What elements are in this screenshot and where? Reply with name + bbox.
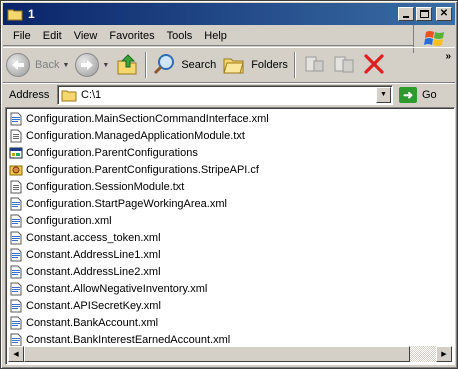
go-label: Go <box>422 88 437 101</box>
file-name: Configuration.ManagedApplicationModule.t… <box>26 129 245 142</box>
minimize-icon <box>403 16 409 18</box>
toolbar-separator <box>293 52 296 78</box>
xml-file-icon <box>9 282 23 296</box>
file-row[interactable]: Configuration.ParentConfigurations <box>8 144 452 161</box>
xml-file-icon <box>9 248 23 262</box>
text-file-icon <box>9 180 23 194</box>
cf-file-icon <box>9 163 23 177</box>
file-name: Constant.AddressLine1.xml <box>26 248 161 261</box>
xml-file-icon <box>9 333 23 347</box>
xml-file-icon <box>9 265 23 279</box>
file-name: Configuration.ParentConfigurations <box>26 146 198 159</box>
file-name: Constant.APISecretKey.xml <box>26 299 161 312</box>
menu-view[interactable]: View <box>68 27 104 45</box>
close-icon: ✕ <box>439 8 449 19</box>
file-name: Constant.AddressLine2.xml <box>26 265 161 278</box>
file-row[interactable]: Constant.access_token.xml <box>8 229 452 246</box>
back-button[interactable]: Back ▼ <box>3 50 72 80</box>
address-input[interactable]: C:\1 ▼ <box>57 84 393 105</box>
horizontal-scrollbar[interactable]: ◀ ▶ <box>8 346 452 362</box>
xml-file-icon <box>9 112 23 126</box>
file-row[interactable]: Configuration.StartPageWorkingArea.xml <box>8 195 452 212</box>
minimize-button[interactable] <box>398 7 414 21</box>
file-row[interactable]: Constant.APISecretKey.xml <box>8 297 452 314</box>
up-folder-button[interactable] <box>112 50 142 80</box>
back-label: Back <box>35 59 60 71</box>
search-label: Search <box>181 59 217 71</box>
search-button[interactable]: Search <box>150 50 219 80</box>
file-row[interactable]: Constant.BankAccount.xml <box>8 314 452 331</box>
explorer-window: 1 ✕ File Edit View Favorites Tools Help … <box>0 0 458 369</box>
toolbar-separator <box>145 52 148 78</box>
go-button[interactable]: ➜ Go <box>399 86 437 103</box>
go-arrow-icon: ➜ <box>399 86 417 103</box>
menu-tools[interactable]: Tools <box>161 27 199 45</box>
move-to-icon <box>302 53 326 78</box>
address-label: Address <box>9 88 50 101</box>
folders-label: Folders <box>251 59 288 71</box>
delete-icon <box>362 53 386 78</box>
address-dropdown-arrow-icon[interactable]: ▼ <box>376 86 391 103</box>
text-file-icon <box>9 129 23 143</box>
maximize-button[interactable] <box>416 7 432 21</box>
file-name: Configuration.ParentConfigurations.Strip… <box>26 163 259 176</box>
xml-file-icon <box>9 316 23 330</box>
title-bar[interactable]: 1 ✕ <box>3 3 455 25</box>
scroll-left-arrow-icon[interactable]: ◀ <box>8 346 24 362</box>
forward-dropdown-arrow-icon[interactable]: ▼ <box>102 62 109 69</box>
close-button[interactable]: ✕ <box>436 7 452 21</box>
file-row[interactable]: Configuration.SessionModule.txt <box>8 178 452 195</box>
folder-icon <box>61 88 77 102</box>
file-name: Configuration.xml <box>26 214 112 227</box>
forward-button[interactable]: ▼ <box>72 50 112 80</box>
back-dropdown-arrow-icon[interactable]: ▼ <box>62 62 69 69</box>
back-arrow-icon <box>6 53 30 77</box>
standard-toolbar: Back ▼ ▼ Search Folders <box>3 47 455 83</box>
file-name: Constant.AllowNegativeInventory.xml <box>26 282 208 295</box>
address-bar: Address C:\1 ▼ ➜ Go <box>3 83 455 105</box>
scroll-track[interactable] <box>24 346 436 362</box>
maximize-icon <box>419 10 429 18</box>
menu-file[interactable]: File <box>3 27 37 45</box>
file-row[interactable]: Configuration.xml <box>8 212 452 229</box>
file-list[interactable]: Configuration.MainSectionCommandInterfac… <box>5 107 455 365</box>
menu-help[interactable]: Help <box>198 27 233 45</box>
forward-arrow-icon <box>75 53 100 77</box>
file-name: Constant.access_token.xml <box>26 231 161 244</box>
toolbar-overflow-chevron-icon[interactable]: » <box>445 51 451 62</box>
file-row[interactable]: Constant.AddressLine2.xml <box>8 263 452 280</box>
file-name: Configuration.MainSectionCommandInterfac… <box>26 112 269 125</box>
file-name: Configuration.SessionModule.txt <box>26 180 185 193</box>
delete-button[interactable] <box>359 50 389 80</box>
file-row[interactable]: Configuration.ManagedApplicationModule.t… <box>8 127 452 144</box>
scroll-right-arrow-icon[interactable]: ▶ <box>436 346 452 362</box>
scroll-thumb[interactable] <box>24 346 410 362</box>
copy-to-button[interactable] <box>329 50 359 80</box>
folders-button[interactable]: Folders <box>219 50 291 80</box>
file-name: Constant.BankInterestEarnedAccount.xml <box>26 333 231 346</box>
copy-to-icon <box>332 53 356 78</box>
file-row[interactable]: Configuration.MainSectionCommandInterfac… <box>8 110 452 127</box>
xml-file-icon <box>9 197 23 211</box>
menu-favorites[interactable]: Favorites <box>103 27 160 45</box>
file-name: Constant.BankAccount.xml <box>26 316 159 329</box>
up-folder-icon <box>115 52 139 79</box>
xml-file-icon <box>9 214 23 228</box>
address-value: C:\1 <box>81 88 102 101</box>
folder-icon <box>7 7 23 21</box>
file-name: Configuration.StartPageWorkingArea.xml <box>26 197 227 210</box>
generic-file-icon <box>9 146 23 160</box>
xml-file-icon <box>9 299 23 313</box>
move-to-button[interactable] <box>299 50 329 80</box>
xml-file-icon <box>9 231 23 245</box>
menu-bar: File Edit View Favorites Tools Help <box>3 26 413 46</box>
file-row[interactable]: Constant.AddressLine1.xml <box>8 246 452 263</box>
file-row[interactable]: Constant.AllowNegativeInventory.xml <box>8 280 452 297</box>
menu-edit[interactable]: Edit <box>37 27 68 45</box>
file-list-rows: Configuration.MainSectionCommandInterfac… <box>8 110 452 348</box>
window-title: 1 <box>28 7 35 21</box>
folders-icon <box>222 53 246 78</box>
search-icon <box>153 52 177 79</box>
file-row[interactable]: Configuration.ParentConfigurations.Strip… <box>8 161 452 178</box>
